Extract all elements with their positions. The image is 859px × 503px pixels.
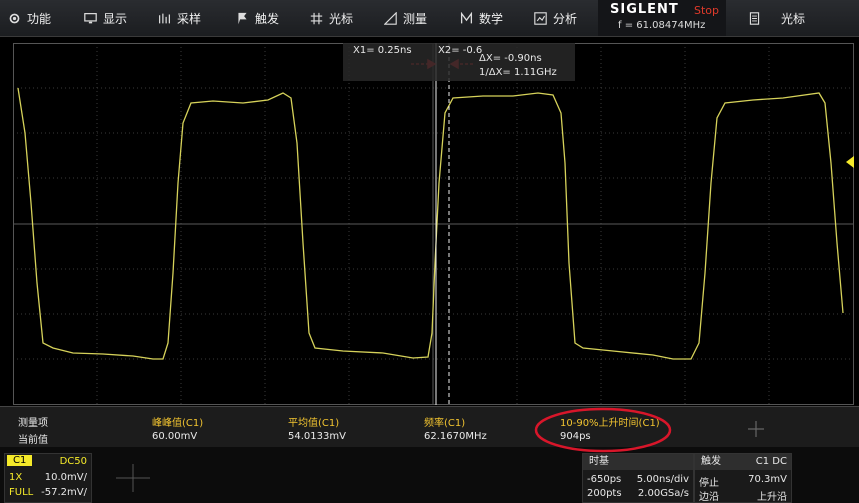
brand-logo: SIGLENT: [610, 2, 679, 17]
menu-math[interactable]: 数学: [460, 0, 503, 36]
measure-value-3: 62.1670MHz: [424, 431, 487, 442]
measure-row-label: 测量项: [18, 418, 48, 429]
measure-value-label: 当前值: [18, 435, 48, 446]
measure-value-1: 60.00mV: [152, 431, 198, 442]
cursor-list-icon: [749, 11, 760, 25]
graticule-center: [13, 43, 854, 405]
menu-acquire-label: 采样: [177, 11, 202, 26]
measurement-table: 测量项 当前值 峰峰值(C1) 60.00mV 平均值(C1) 54.0133m…: [0, 406, 859, 447]
trigger-level-marker[interactable]: [846, 156, 854, 168]
measure-icon: [384, 11, 397, 25]
channel-1-tag: C1: [7, 455, 33, 466]
trigger-panel[interactable]: 触发 C1 DC 停止 70.3mV 边沿 上升沿: [694, 453, 792, 503]
math-icon: [460, 11, 473, 23]
channel-1-scale: 10.0mV/: [44, 472, 87, 483]
menu-trigger[interactable]: 触发: [236, 0, 279, 36]
menu-analysis-label: 分析: [553, 11, 578, 26]
menu-function[interactable]: 功能: [8, 0, 51, 36]
timebase-scale: 5.00ns/div: [636, 474, 689, 485]
channel-1-bandwidth: FULL: [9, 487, 34, 498]
measure-value-2: 54.0133mV: [288, 431, 346, 442]
bottom-panel: 测量项 当前值 峰峰值(C1) 60.00mV 平均值(C1) 54.0133m…: [0, 406, 859, 503]
menu-trigger-label: 触发: [255, 11, 280, 26]
right-menu-cursor[interactable]: 光标: [748, 0, 805, 36]
trigger-source: C1 DC: [755, 456, 787, 467]
trigger-slope: 上升沿: [757, 492, 787, 503]
annotation-ellipse: [534, 407, 672, 453]
frequency-readout: f = 61.08474MHz: [618, 20, 706, 31]
measure-name-2[interactable]: 平均值(C1): [288, 414, 339, 429]
channel-1-offset: -57.2mV/: [41, 487, 87, 498]
trigger-mode: 停止: [699, 478, 719, 489]
cursor-icon: [310, 12, 323, 24]
right-menu-cursor-label: 光标: [781, 11, 806, 26]
timebase-points: 200pts: [587, 488, 622, 499]
menu-measure[interactable]: 测量: [384, 0, 427, 36]
channel-1-panel[interactable]: C1 DC50 1X 10.0mV/ FULL -57.2mV/: [4, 453, 92, 503]
menu-function-label: 功能: [27, 11, 52, 26]
trigger-icon: [238, 12, 247, 24]
menu-measure-label: 测量: [403, 11, 428, 26]
timebase-panel[interactable]: 时基 -650ps 5.00ns/div 200pts 2.00GSa/s: [582, 453, 694, 503]
menu-cursor[interactable]: 光标: [310, 0, 353, 36]
cursor-x2-readout: X2= -0.6: [438, 45, 482, 56]
measure-name-3[interactable]: 频率(C1): [424, 414, 465, 429]
brand-panel: SIGLENT Stop f = 61.08474MHz: [598, 0, 726, 36]
acquire-icon: [159, 13, 170, 23]
menu-display-label: 显示: [103, 11, 128, 26]
run-status[interactable]: Stop: [694, 4, 719, 17]
cursor-delta-readout: ΔX= -0.90ns: [479, 53, 542, 64]
display-icon: [84, 12, 97, 23]
cursor-inverse-delta-readout: 1/ΔX= 1.11GHz: [479, 67, 557, 78]
analysis-icon: [534, 11, 547, 25]
trigger-level: 70.3mV: [748, 474, 787, 485]
channel-1-probe: 1X: [9, 472, 23, 483]
menu-acquire[interactable]: 采样: [158, 0, 201, 36]
menu-display[interactable]: 显示: [84, 0, 127, 36]
channel-1-coupling: DC50: [59, 456, 87, 467]
gear-icon: [9, 13, 20, 23]
menu-bar: 功能 显示 采样 触发 光标 测量 数学 分析 SIGLENT Stop f =…: [0, 0, 859, 37]
measure-name-1[interactable]: 峰峰值(C1): [152, 414, 203, 429]
timebase-sample-rate: 2.00GSa/s: [637, 488, 689, 499]
menu-math-label: 数学: [479, 11, 504, 26]
timebase-delay: -650ps: [587, 474, 622, 485]
waveform-screen[interactable]: X1= 0.25ns X2= -0.6 ΔX= -0.90ns 1/ΔX= 1.…: [13, 43, 854, 405]
add-icon[interactable]: [746, 419, 766, 439]
add-channel-icon[interactable]: [112, 460, 154, 496]
menu-analysis[interactable]: 分析: [534, 0, 577, 36]
timebase-title: 时基: [583, 454, 693, 470]
trigger-type: 边沿: [699, 492, 719, 503]
menu-cursor-label: 光标: [329, 11, 354, 26]
cursor-x1-readout: X1= 0.25ns: [353, 45, 412, 56]
